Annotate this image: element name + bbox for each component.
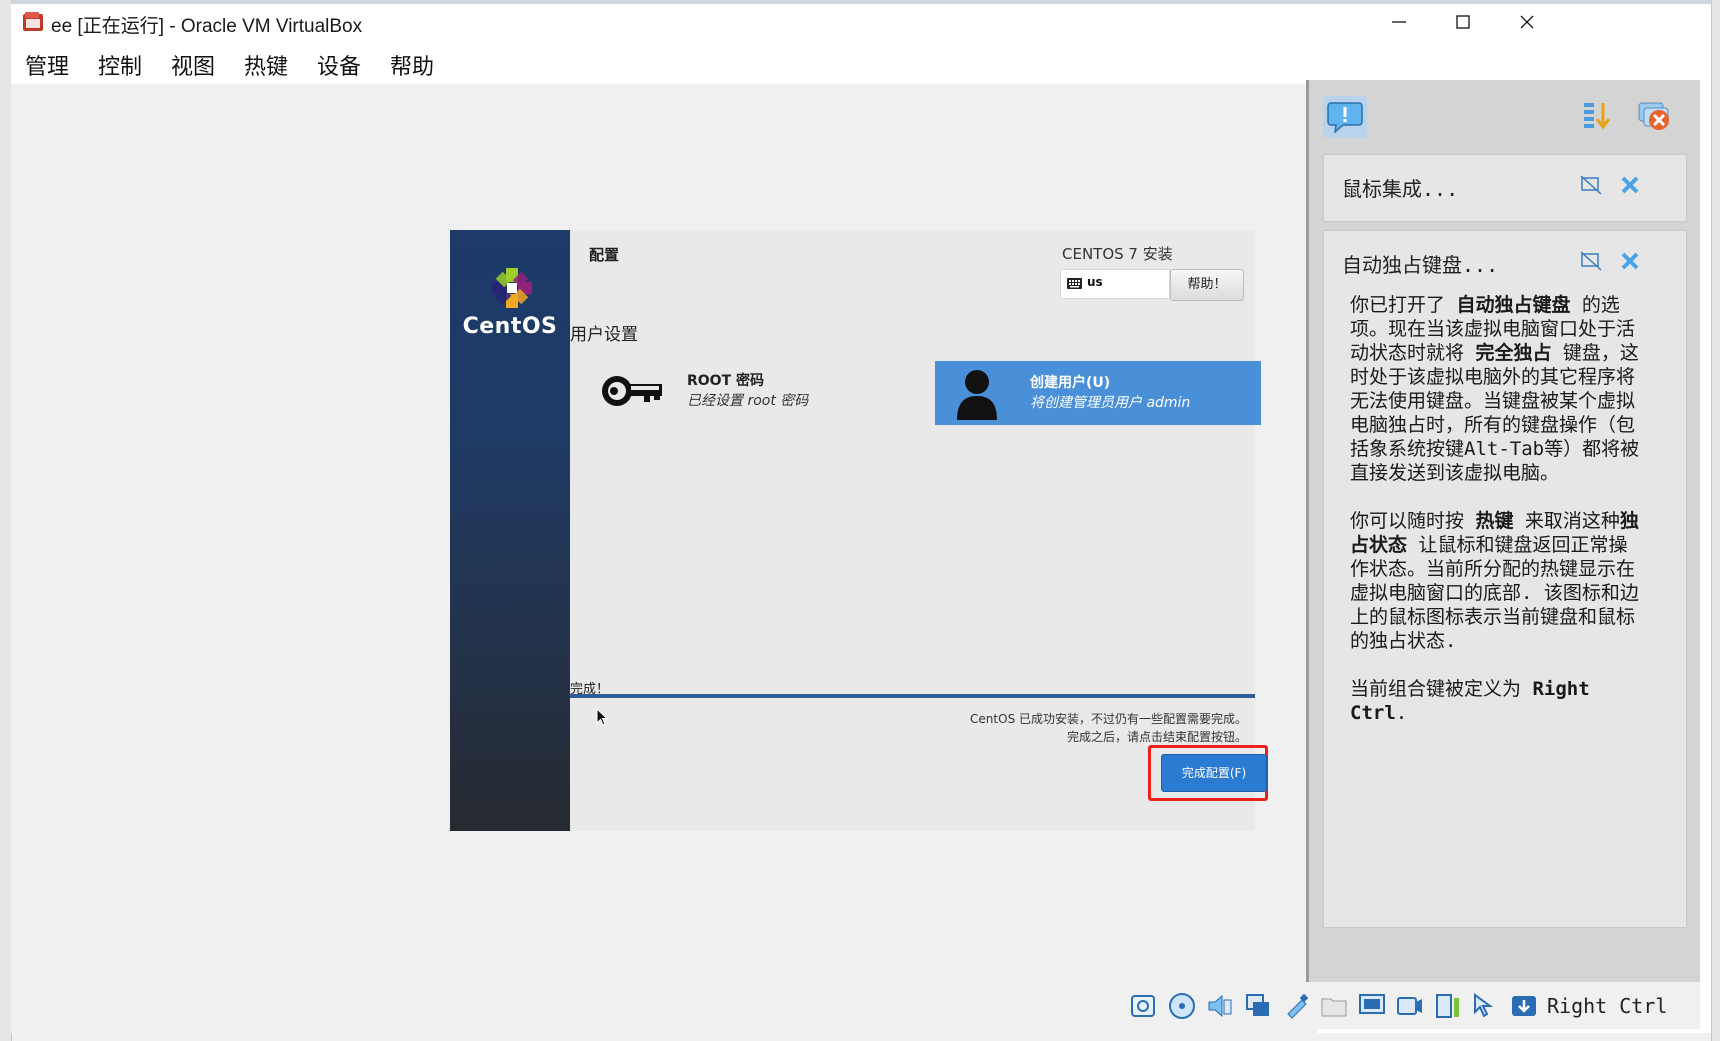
close-all-notifications-icon[interactable] [1637,98,1671,132]
video-capture-icon[interactable] [1396,992,1424,1020]
shared-folder-icon[interactable] [1320,992,1348,1020]
finish-configuration-button[interactable]: 完成配置(F) [1161,754,1267,792]
help-button[interactable]: 帮助！ [1170,269,1244,301]
minimize-button[interactable] [1365,4,1433,40]
text-run: . [1395,702,1408,724]
menu-control[interactable]: 控制 [98,49,142,81]
network-icon[interactable] [1244,992,1272,1020]
emphasis-text: 自动独占键盘 [1456,294,1571,316]
mute-notification-icon[interactable] [1580,175,1602,195]
section-title: 配置 [589,246,620,264]
background-window-right [1711,0,1720,1041]
cpu-icon[interactable] [1434,992,1462,1020]
menu-help[interactable]: 帮助 [390,49,434,81]
root-password-title: ROOT 密码 [687,373,765,389]
text-run: 你已打开了 [1350,294,1457,316]
keyboard-capture-icon[interactable] [1510,992,1538,1020]
optical-disk-icon[interactable] [1168,992,1196,1020]
user-settings-heading: 用户设置 [570,325,638,345]
completion-message-line2: 完成之后，请点击结束配置按钮。 [1066,730,1247,744]
text-run: 当前组合键被定义为 [1350,678,1533,700]
notification-paragraph: 当前组合键被定义为 Right Ctrl. [1350,677,1646,725]
create-user-spoke[interactable]: 创建用户(U) 将创建管理员用户 admin [935,361,1261,425]
display-icon[interactable] [1358,992,1386,1020]
notification-paragraph: 你可以随时按 热键 来取消这种独占状态 让鼠标和键盘返回正常操作状态。当前所分配… [1350,509,1646,653]
notification-title: 鼠标集成... [1342,177,1459,201]
emphasis-text: 热键 [1475,510,1514,532]
notification-title: 自动独占键盘... [1342,253,1499,277]
centos-logo-icon [492,268,532,308]
minimize-icon [1392,21,1406,23]
maximize-button[interactable] [1429,4,1497,40]
hard-disk-icon[interactable] [1130,992,1158,1020]
close-notification-icon[interactable] [1620,175,1640,195]
usb-icon[interactable] [1282,992,1310,1020]
virtualbox-icon [23,12,43,31]
notification-paragraph: 你已打开了 自动独占键盘 的选项。现在当该虚拟电脑窗口处于活动状态时就将 完全独… [1350,293,1646,485]
key-icon [602,376,662,406]
close-button[interactable] [1493,4,1561,40]
emphasis-text: 完全独占 [1475,342,1552,364]
menu-manage[interactable]: 管理 [25,49,69,81]
audio-icon[interactable] [1206,992,1234,1020]
maximize-icon [1456,15,1470,29]
mute-notification-icon[interactable] [1580,251,1602,271]
sort-notifications-icon[interactable] [1581,100,1613,132]
text-run: 你可以随时按 [1350,510,1476,532]
status-bar: Right Ctrl [1006,982,1700,1029]
notification-body: 你已打开了 自动独占键盘 的选项。现在当该虚拟电脑窗口处于活动状态时就将 完全独… [1350,293,1646,749]
title-bar[interactable]: ee [正在运行] - Oracle VM VirtualBox [11,4,1711,40]
mouse-capture-icon[interactable] [1472,992,1500,1020]
create-user-title: 创建用户(U) [1030,375,1111,391]
notification-card-mouse: 鼠标集成... [1323,154,1687,222]
keyboard-layout-label: us [1087,275,1103,289]
keyboard-icon [1067,278,1082,289]
centos-installer-screen: CentOS 配置 CENTOS 7 安装 us 帮助！ 用户设置 ROOT 密… [450,230,1268,831]
keyboard-layout-indicator[interactable]: us [1060,269,1170,299]
close-notification-icon[interactable] [1620,251,1640,271]
mouse-pointer-icon [596,708,609,726]
menu-view[interactable]: 视图 [171,49,215,81]
notification-toolbar [1309,80,1700,144]
root-password-status: 已经设置 root 密码 [687,393,809,409]
create-user-status: 将创建管理员用户 admin [1030,395,1191,411]
centos-brand: CentOS [462,314,558,339]
menu-devices[interactable]: 设备 [317,49,361,81]
menu-hotkey[interactable]: 热键 [244,49,288,81]
notification-icon [1323,96,1367,138]
centos-sidebar: CentOS [450,230,570,831]
window-title: ee [正在运行] - Oracle VM VirtualBox [51,16,363,37]
install-title: CENTOS 7 安装 [1062,245,1173,263]
install-progress-bar [570,694,1255,698]
user-icon [957,370,997,420]
text-run: 来取消这种 [1513,510,1620,532]
notification-toggle-button[interactable] [1323,96,1367,138]
host-key-label: Right Ctrl [1547,994,1668,1018]
notification-center: 鼠标集成... 自动独占键盘... 你已打开了 自动独占键盘 的选项。现在当该虚… [1306,80,1700,982]
close-icon [1520,15,1534,29]
menu-bar: 管理 控制 视图 热键 设备 帮助 [11,40,1711,84]
completion-message-line1: CentOS 已成功安装，不过仍有一些配置需要完成。 [970,712,1247,726]
notification-card-keyboard: 自动独占键盘... 你已打开了 自动独占键盘 的选项。现在当该虚拟电脑窗口处于活… [1323,230,1687,928]
